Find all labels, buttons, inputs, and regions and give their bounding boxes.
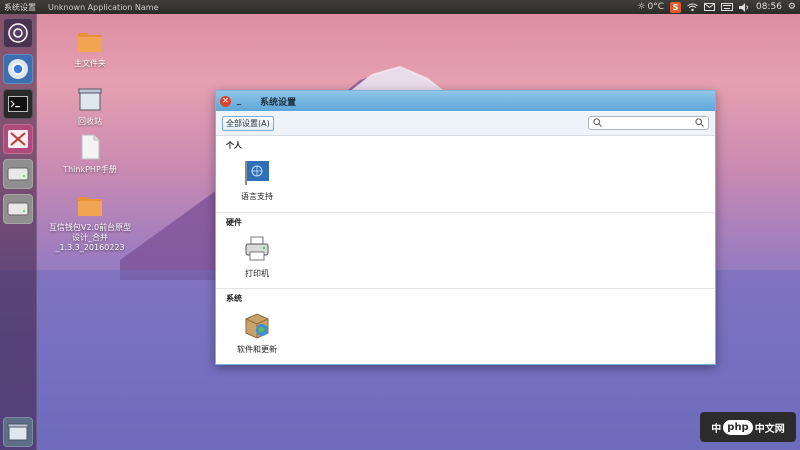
weather-sun-icon: ☼: [637, 2, 646, 12]
volume-icon[interactable]: [738, 0, 750, 14]
section-hardware: 硬件 打印机: [216, 212, 715, 288]
window-titlebar[interactable]: ✕ _ 系统设置: [216, 91, 715, 111]
clock-time[interactable]: 08:56: [756, 0, 782, 14]
section-personal: 个人 语言支持: [216, 136, 715, 212]
weather-temperature: 0°C: [647, 2, 664, 12]
window-toolbar: 全部设置(A): [216, 111, 715, 136]
sogou-input-icon[interactable]: S: [669, 1, 681, 13]
php-cn-watermark: 中 php 中文网: [700, 412, 796, 442]
launcher-drive-1-button[interactable]: [3, 159, 33, 189]
trash-icon: [7, 423, 29, 441]
settings-icon: [8, 130, 28, 148]
all-settings-button[interactable]: 全部设置(A): [222, 115, 274, 131]
weather-indicator[interactable]: ☼ 0°C: [637, 0, 664, 14]
section-title: 硬件: [226, 218, 242, 227]
indicator-area: ☼ 0°C S 08:56 ⚙: [637, 0, 796, 14]
desktop-icon-label: 主文件夹: [74, 59, 106, 68]
watermark-text-left: 中: [711, 423, 722, 435]
drive-icon: [7, 167, 29, 181]
printer-icon: [245, 236, 269, 261]
search-input[interactable]: [608, 118, 689, 128]
document-icon: [81, 134, 100, 160]
launcher-drive-2-button[interactable]: [3, 194, 33, 224]
window-title: 系统设置: [260, 97, 297, 108]
drive-icon: [7, 202, 29, 216]
search-icon: [593, 117, 602, 129]
launcher-trash-button[interactable]: [3, 417, 33, 447]
launcher: [0, 14, 37, 450]
system-settings-window: ✕ _ 系统设置 全部设置(A) 个人 语言支持 硬件 打印机 系统 软件和更新: [215, 90, 716, 365]
launcher-dash-button[interactable]: [3, 18, 33, 48]
wifi-icon[interactable]: [687, 0, 698, 14]
top-panel: 系统设置 Unknown Application Name ☼ 0°C S 08…: [0, 0, 800, 14]
launcher-settings-button[interactable]: [3, 124, 33, 154]
watermark-php: php: [723, 419, 753, 435]
terminal-icon: [8, 96, 28, 112]
power-gear-icon[interactable]: ⚙: [788, 0, 796, 14]
close-icon: ✕: [222, 96, 229, 105]
settings-item-software-updates[interactable]: 软件和更新: [232, 311, 282, 355]
window-close-button[interactable]: ✕: [220, 95, 231, 107]
folder-icon: [78, 197, 102, 216]
desktop-icon-label: 互信钱包V2.0前台原型设计_合并_1.3.3_20160223: [48, 223, 132, 252]
settings-item-label: 打印机: [245, 269, 269, 278]
desktop-icon-label: ThinkPHP手册: [63, 165, 117, 174]
window-name-label: Unknown Application Name: [48, 2, 159, 12]
settings-item-label: 语言支持: [241, 192, 273, 201]
section-system: 系统 软件和更新: [216, 288, 715, 364]
settings-item-printer[interactable]: 打印机: [232, 235, 282, 279]
keyboard-icon[interactable]: [720, 0, 733, 14]
search-clear-icon[interactable]: [695, 117, 704, 129]
trash-icon: [78, 88, 102, 111]
chrome-icon: [8, 59, 28, 79]
section-title: 系统: [226, 294, 242, 303]
mail-icon[interactable]: [703, 0, 715, 14]
active-app-title: 系统设置: [4, 2, 36, 12]
search-field[interactable]: [588, 116, 709, 130]
desktop-icon-label: 回收站: [78, 117, 102, 126]
section-title: 个人: [226, 141, 242, 150]
desktop-icon-home-folder[interactable]: 主文件夹: [55, 28, 125, 69]
software-package-icon: [245, 313, 269, 339]
launcher-terminal-button[interactable]: [3, 89, 33, 119]
window-minimize-button[interactable]: _: [234, 96, 244, 106]
watermark-text-right: 中文网: [754, 423, 785, 435]
launcher-chrome-button[interactable]: [3, 54, 33, 84]
desktop-icon-trash[interactable]: 回收站: [55, 86, 125, 127]
folder-icon: [78, 33, 102, 52]
ubuntu-logo-icon: [8, 23, 28, 43]
desktop-icon-prototype-folder[interactable]: 互信钱包V2.0前台原型设计_合并_1.3.3_20160223: [45, 192, 135, 253]
desktop-icon-thinkphp[interactable]: ThinkPHP手册: [55, 134, 125, 175]
settings-item-language-support[interactable]: 语言支持: [232, 158, 282, 202]
language-flag-icon: [245, 161, 269, 185]
settings-item-label: 软件和更新: [237, 345, 277, 354]
